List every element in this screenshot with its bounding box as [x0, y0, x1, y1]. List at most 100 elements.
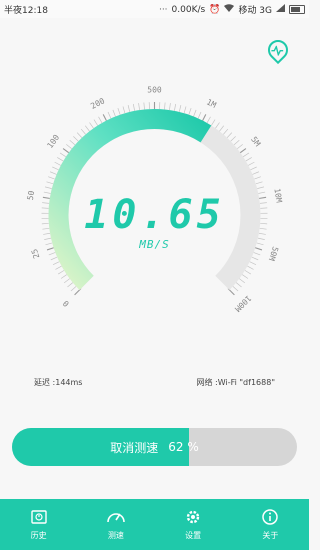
- gauge-tick: [84, 125, 90, 132]
- gauge-tick: [219, 125, 225, 132]
- gauge-tick: [257, 186, 265, 189]
- gauge-tick: [235, 282, 242, 288]
- speed-value: 10.65: [84, 192, 225, 238]
- gauge-tick: [44, 186, 52, 189]
- tab-speedtest[interactable]: 测速: [77, 499, 154, 550]
- gauge-tick: [132, 103, 135, 111]
- gauge-tick: [164, 102, 166, 110]
- gauge-tick: [206, 116, 211, 124]
- gauge-tick: [54, 161, 61, 166]
- gauge-tick: [250, 166, 257, 171]
- progress-percent: 62 %: [168, 440, 199, 454]
- gauge-tick: [230, 136, 236, 142]
- gauge-tick: [80, 128, 86, 135]
- gauge-tick: [251, 256, 259, 261]
- gauge-tick: [241, 274, 249, 279]
- gear-icon: [186, 510, 200, 524]
- gauge-tick: [249, 261, 257, 266]
- gauge-tick: [112, 109, 116, 117]
- gauge-tick: [188, 107, 192, 115]
- gauge-tick-label: 100: [45, 133, 61, 150]
- gauge-tick: [247, 265, 254, 270]
- gauge-tick: [93, 119, 98, 126]
- status-time: 半夜12:18: [4, 6, 48, 16]
- gauge-tick: [183, 106, 187, 114]
- history-icon: [30, 510, 47, 524]
- gauge-tick: [232, 286, 239, 292]
- speedometer-icon: [107, 513, 125, 523]
- gauge-tick: [48, 252, 56, 256]
- tab-settings[interactable]: 设置: [155, 499, 232, 550]
- gauge-tick: [169, 103, 171, 111]
- battery-icon: [289, 5, 305, 14]
- gauge-tick: [143, 102, 145, 110]
- network-speed: 0.00K/s: [171, 4, 206, 15]
- network-label: 网络 :Wi-Fi "df1688": [196, 378, 275, 387]
- gauge-tick: [252, 171, 260, 175]
- gauge-tick: [242, 152, 250, 158]
- latency-label: 延迟 :144ms: [34, 378, 83, 387]
- alarm-icon: ⏰: [209, 4, 221, 15]
- gauge-tick-label: 1M: [205, 97, 218, 109]
- gauge-tick-label: 5M: [249, 135, 262, 148]
- gauge-tick: [211, 119, 216, 126]
- gauge-tick: [178, 105, 182, 113]
- status-bar: 半夜12:18 ··· 0.00K/s ⏰ 移动 3G: [0, 0, 309, 18]
- gauge-tick: [49, 171, 57, 175]
- gauge-tick: [89, 122, 94, 129]
- gauge-tick: [107, 111, 112, 119]
- gauge-tick: [60, 274, 68, 279]
- gauge-tick: [59, 152, 67, 158]
- tab-about[interactable]: 关于: [232, 499, 309, 550]
- gauge-tick: [117, 107, 121, 115]
- gauge-tick: [254, 176, 261, 180]
- gauge-tick: [197, 111, 202, 119]
- gauge-tick: [239, 278, 246, 284]
- tab-speedtest-label: 测速: [107, 531, 124, 540]
- info-icon: [262, 509, 279, 525]
- gauge-tick: [253, 252, 261, 256]
- tab-history[interactable]: 历史: [0, 499, 77, 550]
- gauge-tick-label: 100M: [233, 293, 253, 313]
- gauge-tick: [174, 103, 177, 111]
- gauge-tick: [66, 144, 72, 149]
- progress-text: 取消测速 62 %: [12, 428, 297, 466]
- gauge-tick: [69, 140, 76, 146]
- tab-about-label: 关于: [262, 531, 279, 540]
- gauge-tick: [63, 278, 70, 284]
- gauge-tick: [138, 103, 140, 111]
- cancel-test-button[interactable]: 取消测速 62 %: [12, 428, 297, 466]
- gauge-tick: [52, 261, 60, 266]
- gauge-tick: [57, 270, 65, 275]
- gauge-tick: [57, 157, 64, 162]
- gauge-tick-label: 500: [147, 86, 162, 95]
- tab-history-label: 历史: [30, 531, 47, 540]
- gauge-tick: [244, 270, 252, 275]
- gauge-tick: [127, 105, 131, 113]
- gauge-tick: [70, 286, 77, 292]
- gauge-tick: [48, 176, 55, 180]
- gauge-tick: [223, 128, 229, 135]
- carrier-label: 移动 3G: [238, 6, 272, 16]
- gauge-tick: [76, 132, 83, 138]
- bottom-tab-bar: 历史 测速 设置 关于: [0, 499, 309, 550]
- cancel-label: 取消测速: [110, 440, 159, 455]
- gauge-tick: [73, 136, 79, 142]
- gauge-tick: [237, 144, 243, 149]
- gauge-tick-label: 0: [61, 298, 71, 308]
- gauge-tick: [233, 140, 240, 146]
- speed-unit: MB/S: [139, 238, 170, 251]
- signal-icon: [276, 4, 285, 15]
- gauge-tick: [46, 181, 54, 185]
- gauge-tick: [98, 116, 103, 124]
- gauge-tick: [55, 265, 62, 270]
- gauge-tick: [50, 256, 58, 261]
- gauge-tick: [226, 132, 233, 138]
- gauge-tick: [122, 106, 126, 114]
- notification-icon: ···: [158, 4, 168, 15]
- gauge-tick: [248, 161, 255, 166]
- pulse-icon[interactable]: [263, 35, 293, 65]
- wifi-icon: [224, 4, 235, 15]
- gauge-tick: [245, 157, 252, 162]
- gauge-tick: [215, 122, 220, 129]
